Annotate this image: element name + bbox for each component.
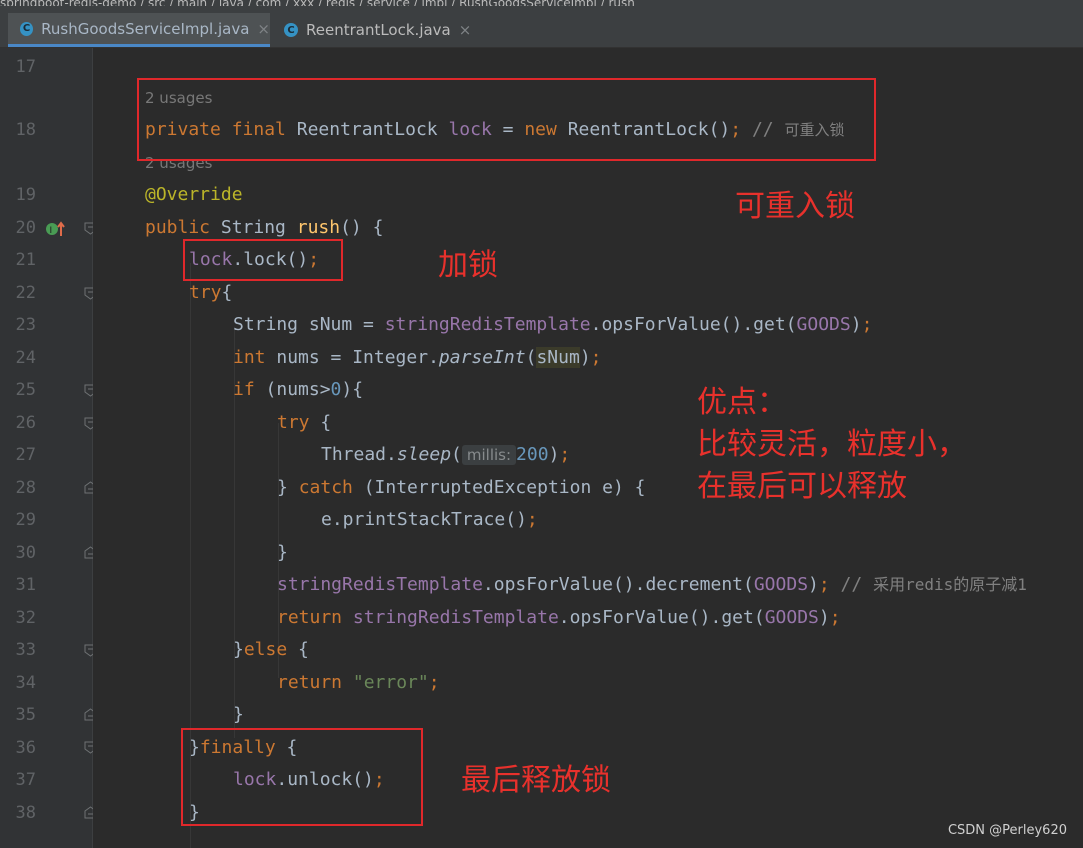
line-number: 28 bbox=[15, 478, 36, 498]
annotation-reentrant-lock: 可重入锁 bbox=[735, 189, 855, 224]
override-method-icon[interactable]: I bbox=[45, 220, 67, 238]
code-line-23: String sNum = stringRedisTemplate.opsFor… bbox=[233, 314, 873, 335]
line-number: 22 bbox=[15, 283, 36, 303]
code-line-28: } catch (InterruptedException e) { bbox=[277, 477, 646, 498]
line-number: 27 bbox=[15, 445, 36, 465]
annotation-add-lock: 加锁 bbox=[438, 248, 498, 283]
highlight-box-field bbox=[137, 78, 876, 161]
line-number: 21 bbox=[15, 250, 36, 270]
code-line-31: stringRedisTemplate.opsForValue().decrem… bbox=[277, 574, 1027, 595]
annotation-advantages: 优点： 比较灵活，粒度小， 在最后可以释放 bbox=[697, 385, 967, 504]
line-number: 29 bbox=[15, 510, 36, 530]
code-line-26: try { bbox=[277, 412, 332, 433]
line-number: 18 bbox=[15, 120, 36, 140]
code-line-34: return "error"; bbox=[277, 672, 440, 693]
tab-reentrantlock[interactable]: C ReentrantLock.java × bbox=[272, 13, 480, 47]
close-icon[interactable]: × bbox=[257, 20, 270, 38]
class-icon: C bbox=[20, 21, 34, 36]
line-number: 31 bbox=[15, 575, 36, 595]
class-icon: C bbox=[284, 23, 298, 37]
line-number: 37 bbox=[15, 770, 36, 790]
code-line-24: int nums = Integer.parseInt(sNum); bbox=[233, 347, 602, 368]
line-number: 24 bbox=[15, 348, 36, 368]
code-line-35: } bbox=[233, 704, 244, 725]
param-hint: millis: bbox=[461, 445, 517, 465]
code-line-30: } bbox=[277, 542, 288, 563]
line-number: 35 bbox=[15, 705, 36, 725]
line-number: 33 bbox=[15, 640, 36, 660]
highlight-box-finally bbox=[181, 728, 423, 826]
line-number: 26 bbox=[15, 413, 36, 433]
line-number: 17 bbox=[15, 57, 36, 77]
line-number: 34 bbox=[15, 673, 36, 693]
code-line-19: @Override bbox=[145, 184, 243, 205]
code-line-25: if (nums>0){ bbox=[233, 379, 364, 400]
line-number: 23 bbox=[15, 315, 36, 335]
code-line-32: return stringRedisTemplate.opsForValue()… bbox=[277, 607, 841, 628]
svg-text:I: I bbox=[50, 226, 53, 236]
editor-tab-bar: C RushGoodsServiceImpl.java × C Reentran… bbox=[0, 6, 1083, 48]
tab-label: RushGoodsServiceImpl.java bbox=[41, 19, 250, 38]
close-icon[interactable]: × bbox=[459, 21, 472, 39]
code-line-33: }else { bbox=[233, 639, 309, 660]
line-number: 36 bbox=[15, 738, 36, 758]
code-line-20: public String rush() { bbox=[145, 217, 384, 238]
tab-label: ReentrantLock.java bbox=[306, 21, 451, 39]
line-number: 19 bbox=[15, 185, 36, 205]
highlight-box-lock bbox=[183, 239, 343, 281]
line-number: 30 bbox=[15, 543, 36, 563]
line-number: 20 bbox=[15, 218, 36, 238]
code-line-22: try{ bbox=[189, 282, 233, 303]
tab-rushgoodsserviceimpl[interactable]: C RushGoodsServiceImpl.java × bbox=[8, 13, 270, 47]
line-number: 38 bbox=[15, 803, 36, 823]
annotation-release-lock: 最后释放锁 bbox=[461, 763, 611, 798]
line-number: 25 bbox=[15, 380, 36, 400]
code-line-27: Thread.sleep(millis: 200); bbox=[321, 444, 571, 465]
line-number-gutter: 17 18 19 20 21 22 23 24 25 26 27 28 29 3… bbox=[0, 48, 97, 848]
code-line-29: e.printStackTrace(); bbox=[321, 509, 538, 530]
watermark: CSDN @Perley620 bbox=[947, 823, 1067, 838]
line-number: 32 bbox=[15, 608, 36, 628]
